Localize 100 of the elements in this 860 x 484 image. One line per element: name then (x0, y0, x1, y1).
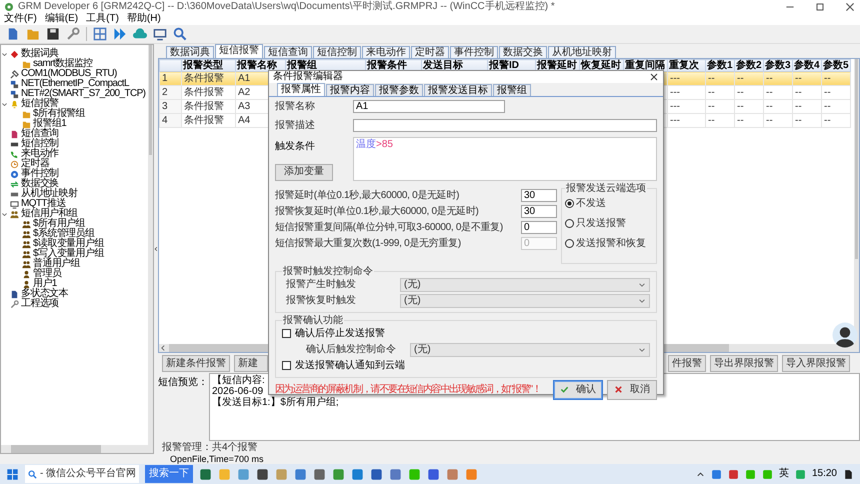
field-label: 报警恢复延时(单位0.1秒,最大60000, 0是无延时) (275, 206, 480, 218)
checkbox-label[interactable]: 确认后停止发送报警 (295, 328, 385, 340)
tab[interactable]: 报警属性 (277, 82, 325, 96)
column-header[interactable]: 报警组 (286, 60, 366, 72)
menu-item[interactable]: 帮助(H) (126, 13, 161, 25)
row-number: 4 (160, 114, 182, 128)
table-cell: --- (668, 86, 706, 100)
tab[interactable]: 报警内容 (326, 84, 374, 96)
column-header[interactable]: 报警名称 (236, 60, 286, 72)
tab[interactable]: 事件控制 (450, 46, 498, 58)
column-header[interactable]: 重复间隔 (624, 60, 668, 72)
column-header[interactable]: 恢复延时 (580, 60, 624, 72)
menu-item[interactable]: 文件(F) (4, 13, 37, 25)
button[interactable]: 新建 (234, 354, 268, 372)
button[interactable]: 导出界限报警 (710, 354, 778, 372)
tree-item[interactable]: COM1(MODBUS_RTU) (21, 68, 117, 80)
option-label[interactable]: 只发送报警 (576, 218, 626, 230)
dropdown[interactable]: (无) (400, 278, 650, 292)
input-field[interactable]: 30 (521, 205, 557, 218)
table-cell: -- (734, 114, 764, 128)
column-header[interactable]: 报警ID (488, 60, 536, 72)
tree-item[interactable]: NET#2(SMART_S7_200_TCP) (21, 88, 146, 100)
button[interactable]: 导入界限报警 (782, 354, 850, 372)
column-header[interactable]: 参数3 (764, 60, 792, 72)
search-text: - 微信公众号平台官网 (40, 468, 136, 480)
field-label: 短信报警重复间隔(单位分钟,可取3-60000, 0是不重复) (275, 222, 504, 234)
group-title: 报警确认功能 (282, 316, 344, 326)
menu-item[interactable]: 工具(T) (86, 13, 119, 25)
table-cell: -- (734, 100, 764, 114)
table-cell: -- (822, 72, 850, 86)
menu-item[interactable]: 编辑(E) (44, 13, 78, 25)
column-header[interactable]: 报警类型 (182, 60, 236, 72)
table-cell: -- (706, 86, 734, 100)
status-text: OpenFile,Time=700 ms (170, 454, 264, 464)
summary-text: 报警管理：共4个报警 (161, 441, 259, 454)
field-label: 报警产生时触发 (286, 278, 357, 290)
column-header[interactable]: 报警延时 (536, 60, 580, 72)
column-header[interactable]: 参数4 (792, 60, 822, 72)
button[interactable]: 新建条件报警 (162, 354, 230, 372)
tab[interactable]: 数据交换 (499, 46, 547, 58)
group-title: 报警发送云端选项 (565, 184, 647, 194)
column-header[interactable]: 发送目标 (422, 60, 488, 72)
table-cell: -- (792, 114, 822, 128)
table-cell: --- (668, 100, 706, 114)
input-field[interactable]: 0 (521, 221, 557, 234)
dropdown[interactable]: (无) (400, 294, 650, 308)
table-cell: -- (706, 100, 734, 114)
add-variable-button[interactable]: 添加变量 (275, 164, 333, 180)
tab[interactable]: 从机地址映射 (548, 46, 616, 58)
warning-text: 因为运营商的屏蔽机制，请不要在短信内容中出现敏感词，如"报警"！ (275, 384, 542, 395)
tab[interactable]: 短信报警 (215, 44, 263, 58)
group-title: 报警时触发控制命令 (282, 266, 374, 276)
table-cell: 条件报警 (182, 100, 236, 114)
column-header[interactable]: 参数1 (706, 60, 734, 72)
checkbox-label[interactable]: 发送报警确认通知到云端 (295, 360, 405, 372)
window-title: GRM Developer 6 [GRM242Q-C] -- D:\360MoveData\Users\wq\Documents\平时测试.GRMPRJ -- (WinCC手机远程监控) * (18, 0, 555, 12)
button[interactable]: 件报警 (668, 354, 706, 372)
option-label[interactable]: 不发送 (576, 198, 606, 210)
table-cell: -- (734, 72, 764, 86)
input-field[interactable]: 30 (521, 189, 557, 202)
search-button[interactable]: 搜索一下 (145, 465, 194, 483)
tree-item[interactable]: 工程选项 (21, 298, 59, 310)
tab[interactable]: 报警组 (493, 84, 531, 96)
clock-text[interactable]: 15:20 (812, 468, 837, 480)
table-cell: -- (792, 100, 822, 114)
tab[interactable]: 短信控制 (313, 46, 361, 58)
condition-field[interactable]: 温度>85 (353, 136, 657, 180)
row-number: 3 (160, 100, 182, 114)
ok-button[interactable]: 确认 (553, 380, 603, 400)
tab[interactable]: 数据词典 (166, 46, 214, 58)
tab[interactable]: 报警参数 (375, 84, 423, 96)
column-header[interactable]: 参数5 (822, 60, 850, 72)
table-cell: -- (822, 100, 850, 114)
preview-line: 【短信内容: (212, 375, 265, 386)
table-cell: -- (792, 86, 822, 100)
input-field[interactable]: A1 (353, 100, 505, 113)
column-header[interactable]: 报警条件 (366, 60, 422, 72)
field-label: 确认后触发控制命令 (305, 344, 397, 356)
tree-item[interactable]: samrt数据监控 (33, 58, 93, 70)
cancel-button[interactable]: 取消 (607, 380, 657, 400)
tab[interactable]: 定时器 (411, 46, 449, 58)
column-header[interactable]: 重复次 (668, 60, 706, 72)
row-number: 2 (160, 86, 182, 100)
table-cell: -- (734, 86, 764, 100)
search-field[interactable]: - 微信公众号平台官网 (25, 465, 140, 483)
language-indicator[interactable]: 英 (778, 468, 789, 480)
tab[interactable]: 来电动作 (362, 46, 410, 58)
dropdown[interactable]: (无) (410, 342, 650, 356)
tab[interactable]: 短信查询 (264, 46, 312, 58)
table-cell: 条件报警 (182, 86, 236, 100)
preview-line: 【发送目标1:】$所有用户组; (212, 397, 339, 408)
table-cell: --- (668, 72, 706, 86)
table-cell: -- (764, 72, 792, 86)
preview-label: 短信预览： (158, 376, 208, 390)
option-label[interactable]: 发送报警和恢复 (576, 238, 646, 250)
tree-item[interactable]: NET(EthernetIP_CompactL (21, 78, 129, 90)
table-cell: -- (764, 86, 792, 100)
preview-line: 2026-06-09 (212, 386, 264, 397)
tab[interactable]: 报警发送目标 (424, 84, 492, 96)
column-header[interactable]: 参数2 (734, 60, 764, 72)
